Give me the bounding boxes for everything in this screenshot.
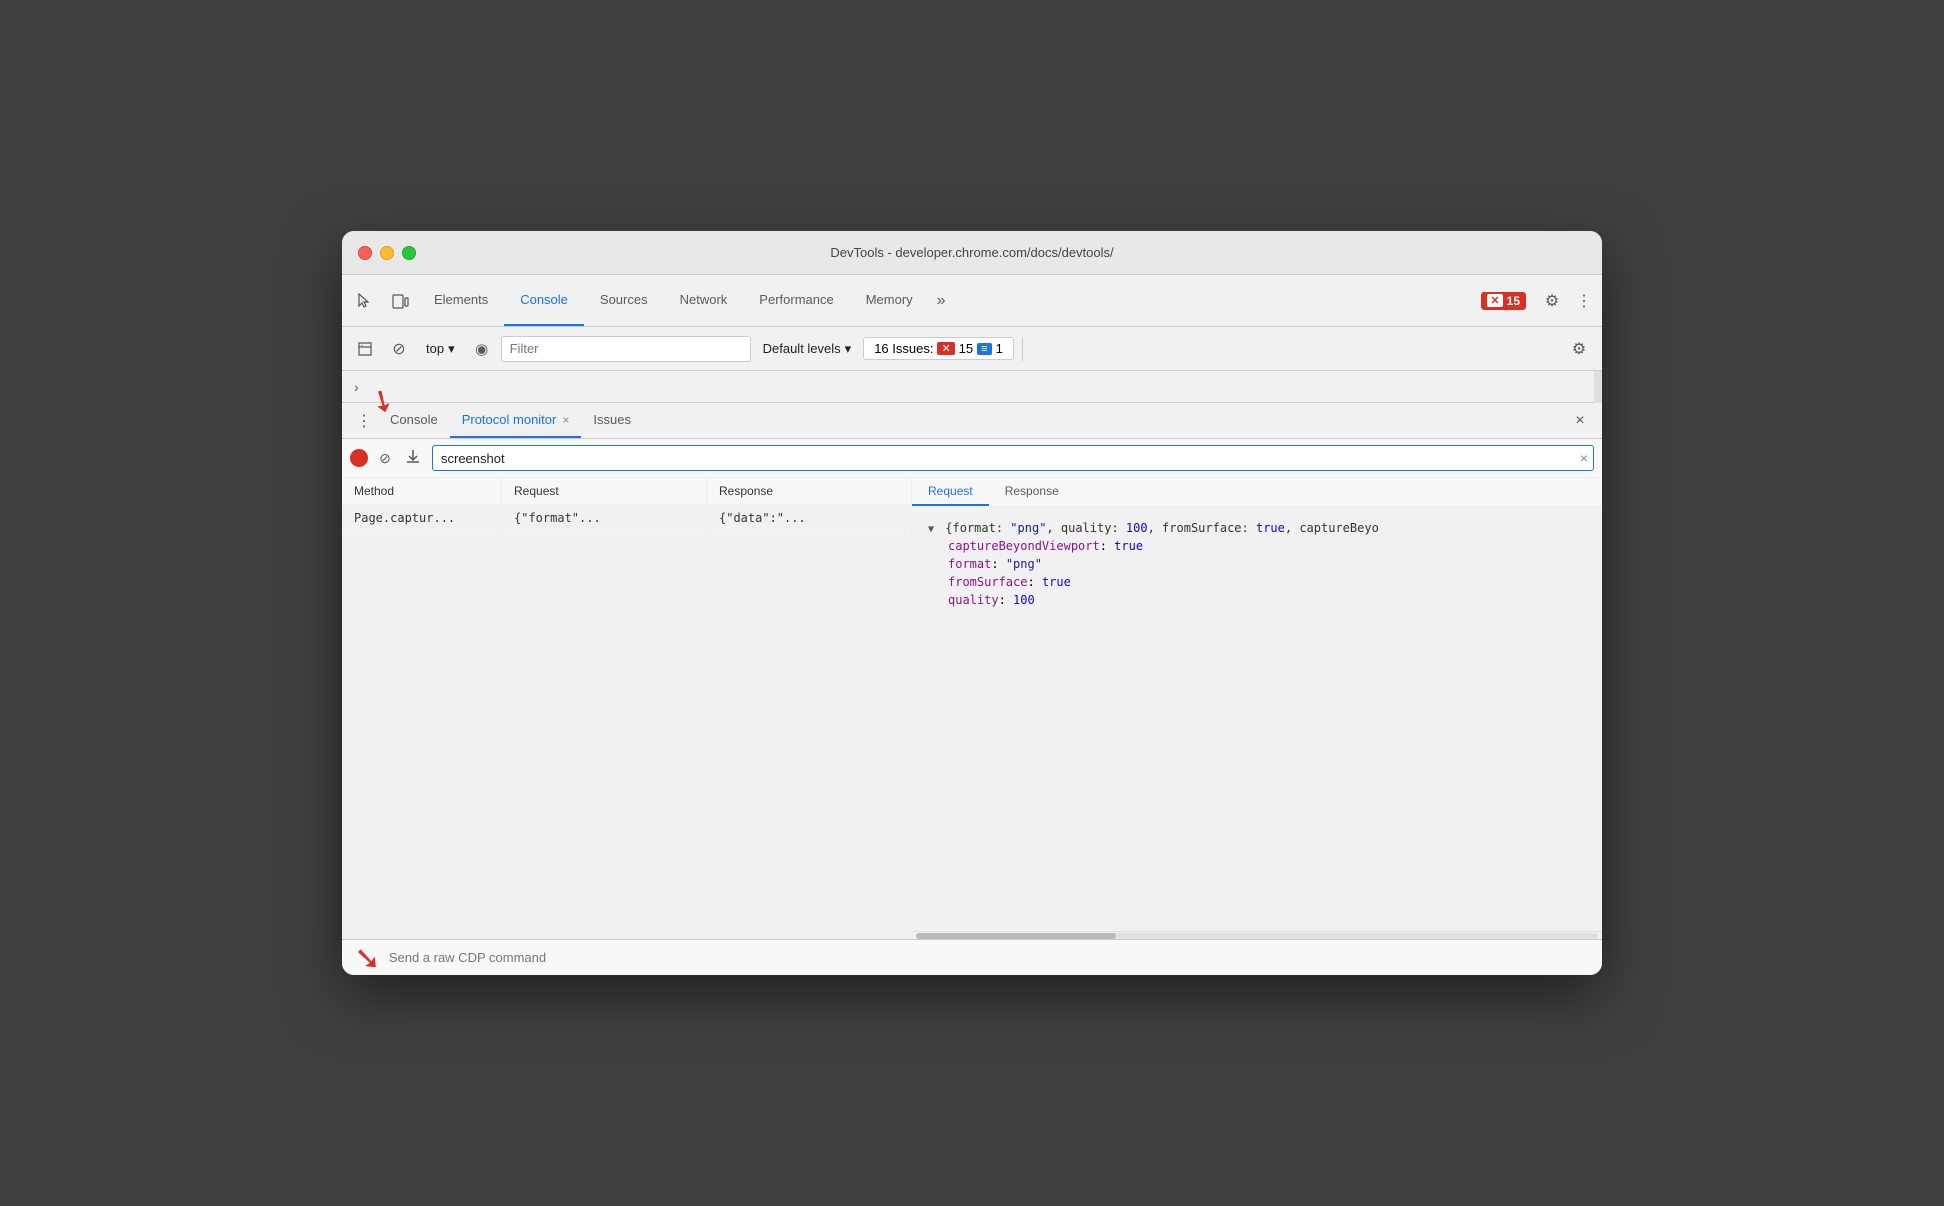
close-tab-icon[interactable]: × <box>562 413 569 427</box>
tab-sources[interactable]: Sources <box>584 275 664 326</box>
response-col-header: Response <box>707 478 911 504</box>
drawer-menu-icon[interactable]: ⋮ <box>350 407 378 435</box>
tab-list: Elements Console Sources Network Perform… <box>418 275 1481 326</box>
console-toolbar: ⊘ top ▾ ◉ Default levels ▾ 16 Issues: ✕ … <box>342 327 1602 371</box>
request-col-header: Request <box>502 478 707 504</box>
pm-detail-content: ▼ {format: "png", quality: 100, fromSurf… <box>912 507 1602 931</box>
pm-detail-tabs: Request Response <box>912 478 1602 507</box>
devtools-tab-bar: Elements Console Sources Network Perform… <box>342 275 1602 327</box>
close-button[interactable] <box>358 246 372 260</box>
inspect-element-icon[interactable] <box>346 283 382 319</box>
tab-network[interactable]: Network <box>664 275 744 326</box>
title-bar: DevTools - developer.chrome.com/docs/dev… <box>342 231 1602 275</box>
cdp-command-input[interactable] <box>389 950 1590 965</box>
ban-icon[interactable]: ⊘ <box>384 334 414 364</box>
more-options-icon[interactable]: ⋮ <box>1570 283 1598 319</box>
console-settings-icon[interactable]: ⚙ <box>1564 334 1594 364</box>
close-drawer-button[interactable]: × <box>1566 407 1594 435</box>
window-title: DevTools - developer.chrome.com/docs/dev… <box>830 245 1113 260</box>
json-summary-line: ▼ {format: "png", quality: 100, fromSurf… <box>928 519 1586 537</box>
pm-right-panel: Request Response ▼ {format: "png", quali… <box>912 478 1602 939</box>
drawer-tab-protocol-monitor[interactable]: Protocol monitor × <box>450 403 582 438</box>
json-field-captureBeyondViewport: captureBeyondViewport: true <box>928 537 1586 555</box>
tab-memory[interactable]: Memory <box>850 275 929 326</box>
filter-input[interactable] <box>501 336 751 362</box>
pm-left-panel: Method Request Response Page.captur... {… <box>342 478 912 939</box>
context-selector[interactable]: top ▾ <box>418 337 463 361</box>
pm-table-header: Method Request Response <box>342 478 911 505</box>
settings-icon[interactable]: ⚙ <box>1534 283 1570 319</box>
clear-search-icon[interactable]: × <box>1580 450 1588 466</box>
more-tabs-icon[interactable]: » <box>929 292 954 310</box>
eye-icon[interactable]: ◉ <box>467 334 497 364</box>
issues-error-icon: ✕ <box>937 342 954 355</box>
json-field-format: format: "png" <box>928 555 1586 573</box>
download-icon[interactable] <box>402 447 424 469</box>
tab-elements[interactable]: Elements <box>418 275 504 326</box>
scrollbar-track <box>916 933 1598 939</box>
collapse-icon[interactable]: ▼ <box>928 524 934 535</box>
log-levels-arrow-icon: ▾ <box>845 341 852 357</box>
pm-search-wrap: × <box>432 445 1594 471</box>
devtools-window: DevTools - developer.chrome.com/docs/dev… <box>342 231 1602 975</box>
pm-table: Method Request Response Page.captur... {… <box>342 478 1602 939</box>
pm-tab-request[interactable]: Request <box>912 478 989 506</box>
error-badge-icon: ✕ <box>1487 294 1502 307</box>
traffic-lights <box>358 246 416 260</box>
device-toggle-icon[interactable] <box>382 283 418 319</box>
pm-toolbar: ⊘ × <box>342 439 1602 478</box>
table-row[interactable]: Page.captur... {"format"... {"data":"... <box>342 505 911 532</box>
error-badge-count: 15 <box>1507 294 1520 308</box>
bottom-bar: ➘ <box>342 939 1602 975</box>
protocol-monitor-panel: ⊘ × Method <box>342 439 1602 939</box>
tab-performance[interactable]: Performance <box>743 275 849 326</box>
issues-info-icon: ≡ <box>977 343 991 355</box>
json-field-fromSurface: fromSurface: true <box>928 573 1586 591</box>
json-field-quality: quality: 100 <box>928 591 1586 609</box>
scrollbar-thumb[interactable] <box>916 933 1116 939</box>
record-button[interactable] <box>350 449 368 467</box>
error-badge[interactable]: ✕ 15 <box>1481 292 1526 310</box>
row-method: Page.captur... <box>342 505 502 531</box>
drawer-tab-console[interactable]: Console ➘ <box>378 403 450 438</box>
stop-icon[interactable]: ⊘ <box>376 449 394 467</box>
annotation-arrow-bottom: ➘ <box>354 942 381 974</box>
log-levels-button[interactable]: Default levels ▾ <box>755 337 860 361</box>
method-col-header: Method <box>342 478 502 504</box>
horizontal-scrollbar[interactable] <box>912 931 1602 939</box>
tab-console[interactable]: Console <box>504 275 584 326</box>
clear-console-icon[interactable] <box>350 334 380 364</box>
row-request: {"format"... <box>502 505 707 531</box>
breadcrumb-area: › <box>342 371 1602 403</box>
toolbar-divider <box>1022 337 1023 361</box>
issues-badge[interactable]: 16 Issues: ✕ 15 ≡ 1 <box>863 337 1014 360</box>
row-response: {"data":"... <box>707 505 911 531</box>
vertical-scrollbar[interactable] <box>1594 371 1602 403</box>
drawer-tab-bar: ⋮ Console ➘ Protocol monitor × Issues × <box>342 403 1602 439</box>
maximize-button[interactable] <box>402 246 416 260</box>
pm-tab-response[interactable]: Response <box>989 478 1075 506</box>
protocol-search-input[interactable] <box>432 445 1594 471</box>
expand-chevron-icon[interactable]: › <box>354 379 359 395</box>
minimize-button[interactable] <box>380 246 394 260</box>
dropdown-arrow-icon: ▾ <box>448 341 455 357</box>
drawer-tab-issues[interactable]: Issues <box>581 403 643 438</box>
